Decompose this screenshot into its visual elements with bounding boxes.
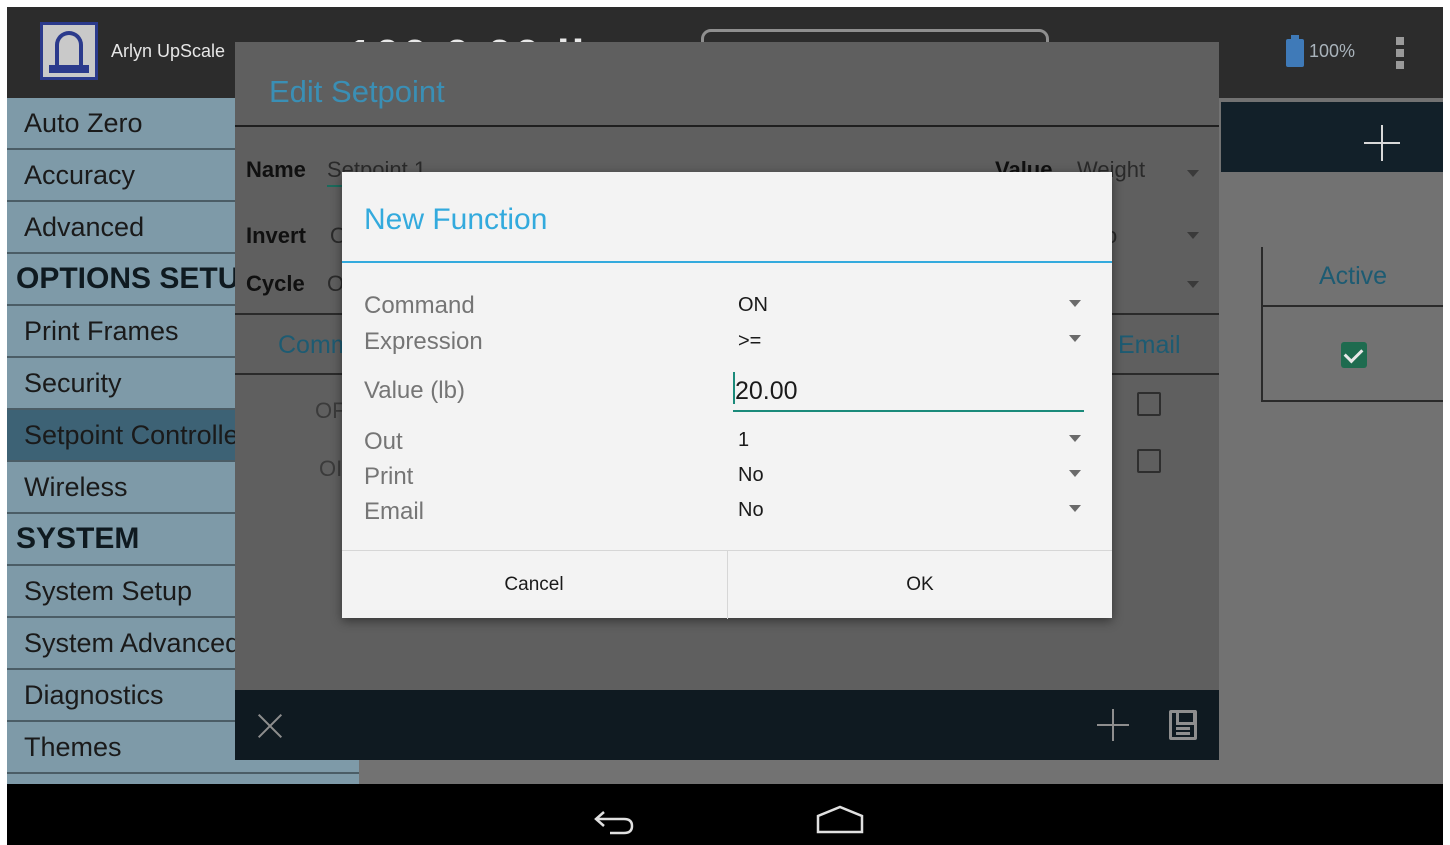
home-icon[interactable] bbox=[815, 804, 865, 834]
screen: Arlyn UpScale 100 0.00 lb 100% Auto Zero… bbox=[7, 7, 1443, 845]
chevron-down-icon bbox=[1069, 470, 1081, 477]
email-label: Email bbox=[364, 498, 425, 525]
chevron-down-icon bbox=[1187, 170, 1199, 177]
battery-icon bbox=[1286, 35, 1304, 67]
invert-label: Invert bbox=[246, 223, 306, 248]
cycle-label: Cycle bbox=[246, 271, 305, 296]
back-icon[interactable] bbox=[592, 808, 636, 836]
edit-dialog-toolbar bbox=[235, 690, 1219, 760]
active-checkbox[interactable] bbox=[1341, 342, 1367, 368]
system-nav-bar bbox=[7, 784, 1443, 845]
expression-select[interactable]: >= bbox=[738, 330, 761, 353]
expression-label: Expression bbox=[364, 328, 483, 355]
text-cursor bbox=[733, 372, 735, 404]
value-input[interactable]: 20.00 bbox=[733, 372, 1084, 412]
battery-level: 100% bbox=[1309, 41, 1356, 61]
setpoint-toolbar bbox=[1221, 102, 1443, 172]
email-checkbox[interactable] bbox=[1137, 392, 1161, 416]
ok-button[interactable]: OK bbox=[727, 551, 1112, 619]
email-select[interactable]: No bbox=[738, 499, 764, 522]
dialog-button-bar: Cancel OK bbox=[342, 550, 1112, 619]
out-label: Out bbox=[364, 428, 403, 455]
chevron-down-icon bbox=[1187, 281, 1199, 288]
chevron-down-icon bbox=[1069, 435, 1081, 442]
cancel-button[interactable]: Cancel bbox=[342, 551, 726, 619]
value-label: Value (lb) bbox=[364, 377, 465, 404]
close-icon[interactable] bbox=[257, 713, 283, 739]
command-column-header: Comm bbox=[278, 331, 352, 359]
title-divider bbox=[342, 261, 1112, 263]
print-select[interactable]: No bbox=[738, 464, 764, 487]
arlyn-logo bbox=[40, 22, 98, 80]
overflow-menu-icon[interactable] bbox=[1393, 37, 1407, 69]
out-select[interactable]: 1 bbox=[738, 429, 749, 452]
email-checkbox[interactable] bbox=[1137, 449, 1161, 473]
command-label: Command bbox=[364, 292, 475, 319]
edit-title-divider bbox=[235, 125, 1219, 127]
chevron-down-icon bbox=[1069, 335, 1081, 342]
name-label: Name bbox=[246, 157, 306, 182]
active-column-header: Active bbox=[1261, 247, 1443, 307]
chevron-down-icon bbox=[1187, 232, 1199, 239]
add-function-icon[interactable] bbox=[1097, 709, 1129, 741]
save-icon[interactable] bbox=[1169, 710, 1197, 740]
active-cell bbox=[1261, 307, 1443, 402]
print-label: Print bbox=[364, 463, 414, 490]
chevron-down-icon bbox=[1069, 300, 1081, 307]
new-function-title: New Function bbox=[364, 203, 548, 236]
email-column-header: Email bbox=[1118, 331, 1181, 359]
function-row-command[interactable]: OF bbox=[315, 398, 346, 424]
new-function-dialog: New Function Command ON Expression >= Va… bbox=[342, 172, 1112, 619]
command-select[interactable]: ON bbox=[738, 294, 768, 317]
function-row-command[interactable]: OI bbox=[319, 456, 342, 482]
add-setpoint-icon[interactable] bbox=[1364, 125, 1400, 161]
chevron-down-icon bbox=[1069, 505, 1081, 512]
edit-setpoint-title: Edit Setpoint bbox=[269, 74, 445, 109]
app-title: Arlyn UpScale bbox=[111, 41, 226, 61]
